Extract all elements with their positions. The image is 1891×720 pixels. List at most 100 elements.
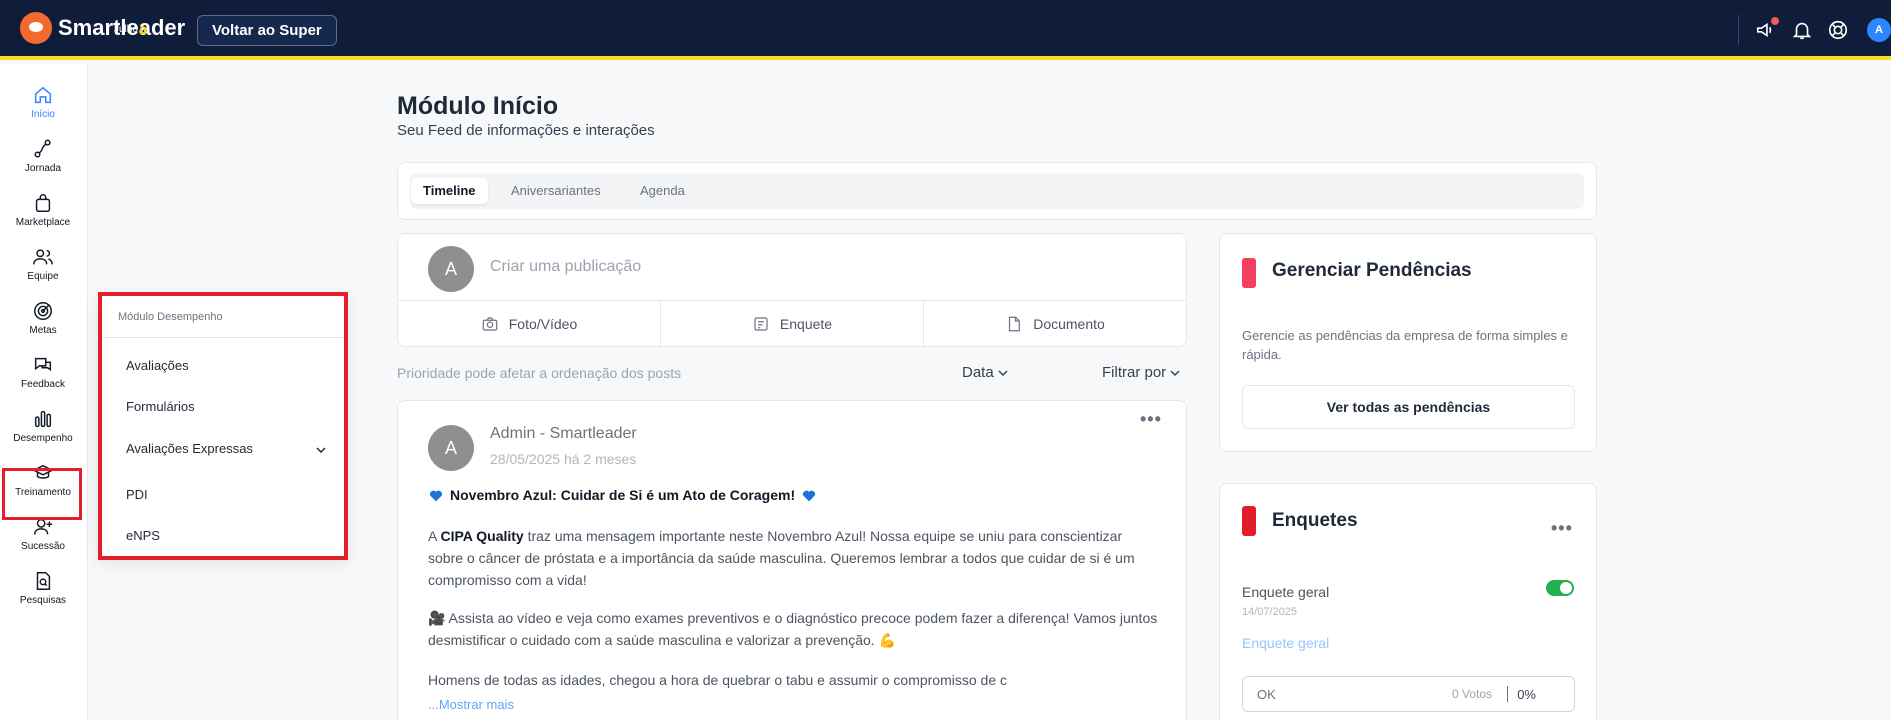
filter-dropdown[interactable]: Filtrar por (1102, 364, 1180, 381)
sidebar-item-feedback[interactable]: Feedback (0, 354, 86, 404)
sidebar-item-label: Desempenho (13, 433, 73, 444)
menu-item-avaliacoes-expressas[interactable]: Avaliações Expressas (126, 441, 253, 456)
poll-option-divider (1507, 686, 1508, 702)
team-icon (33, 249, 53, 265)
notification-dot (1771, 17, 1779, 25)
sidebar-item-inicio[interactable]: Início (0, 84, 86, 134)
brand-subtitle: Julho (114, 24, 146, 35)
accent-bar (1242, 258, 1256, 288)
pendencias-description: Gerencie as pendências da empresa de for… (1242, 328, 1568, 362)
blue-heart-icon (803, 490, 816, 502)
sidebar-item-pesquisas[interactable]: Pesquisas (0, 570, 86, 620)
desempenho-flyout-menu: Módulo Desempenho Avaliações Formulários… (98, 292, 348, 560)
chevron-down-icon (1170, 369, 1180, 376)
sidebar-item-marketplace[interactable]: Marketplace (0, 192, 86, 242)
flyout-title: Módulo Desempenho (102, 296, 344, 338)
page-title: Módulo Início (397, 92, 559, 120)
post-date: 28/05/2025 há 2 meses (490, 451, 637, 467)
menu-item-pdi[interactable]: PDI (126, 487, 148, 502)
highlight-box (2, 468, 82, 520)
sidebar-item-desempenho[interactable]: Desempenho (0, 408, 86, 458)
post-author[interactable]: Admin - Smartleader (490, 425, 637, 443)
bell-icon[interactable] (1791, 19, 1813, 41)
enquetes-card: Enquetes ••• Enquete geral 14/07/2025 En… (1219, 483, 1597, 720)
search-document-icon (36, 572, 51, 590)
home-icon (34, 86, 52, 104)
poll-option-percent: 0% (1517, 687, 1536, 702)
logo-mascot-icon (20, 12, 52, 44)
document-button[interactable]: Documento (924, 301, 1186, 347)
sidebar-item-label: Início (31, 109, 55, 120)
post-paragraph-1: A CIPA Quality traz uma mensagem importa… (428, 525, 1158, 591)
poll-option[interactable]: OK 0 Votos 0% (1242, 676, 1575, 712)
chat-icon (34, 357, 52, 371)
shopping-bag-icon (35, 194, 51, 212)
post-text-bold: CIPA Quality (440, 528, 524, 544)
pendencias-card: Gerenciar Pendências Gerencie as pendênc… (1219, 233, 1597, 452)
sort-by-date-dropdown[interactable]: Data (962, 364, 1008, 381)
tab-aniversariantes[interactable]: Aniversariantes (499, 178, 613, 204)
poll-option-label: OK (1257, 687, 1276, 702)
sidebar-item-label: Pesquisas (19, 595, 67, 606)
composer-avatar: A (428, 246, 474, 292)
post-paragraph-2: 🎥 Assista ao vídeo e veja como exames pr… (428, 610, 1158, 648)
sidebar-item-jornada[interactable]: Jornada (0, 138, 86, 188)
tab-agenda[interactable]: Agenda (628, 178, 697, 204)
poll-date: 14/07/2025 (1242, 606, 1298, 618)
tabs-bar: Timeline Aniversariantes Agenda (410, 173, 1584, 209)
tabs-container: Timeline Aniversariantes Agenda (397, 162, 1597, 220)
sidebar-item-label: Metas (29, 325, 57, 336)
menu-item-formularios[interactable]: Formulários (126, 399, 195, 414)
priority-note: Prioridade pode afetar a ordenação dos p… (397, 365, 682, 381)
poll-link[interactable]: Enquete geral (1242, 635, 1329, 651)
sidebar-item-label: Jornada (24, 163, 62, 174)
more-options-icon[interactable]: ••• (1551, 518, 1573, 539)
post-heading-text: Novembro Azul: Cuidar de Si é um Ato de … (450, 487, 796, 503)
pendencias-title: Gerenciar Pendências (1272, 260, 1472, 281)
menu-item-enps[interactable]: eNPS (126, 528, 160, 543)
photo-video-button[interactable]: Foto/Vídeo (398, 301, 661, 347)
sidebar-item-label: Feedback (21, 379, 65, 390)
view-all-pendencias-button[interactable]: Ver todas as pendências (1242, 385, 1575, 429)
poll-option-votes: 0 Votos (1451, 687, 1492, 701)
sidebar-item-sucessao[interactable]: Sucessão (0, 516, 86, 566)
sidebar-item-equipe[interactable]: Equipe (0, 246, 86, 296)
brand-month: Julho (114, 24, 138, 35)
post-paragraph-3: Homens de todas as idades, chegou a hora… (428, 672, 1007, 688)
chevron-down-icon[interactable] (316, 445, 326, 455)
create-post-input[interactable]: Criar uma publicação (490, 258, 641, 276)
sidebar-item-label: Sucessão (21, 541, 65, 552)
sidebar: Início Jornada Marketplace Equipe Metas … (0, 64, 88, 720)
poll-name: Enquete geral (1242, 584, 1330, 600)
back-to-super-button[interactable]: Voltar ao Super (197, 15, 337, 46)
page-subtitle: Seu Feed de informações e interações (397, 122, 655, 139)
accent-bar (1242, 506, 1256, 536)
user-avatar[interactable]: A (1867, 18, 1891, 42)
sidebar-item-label: Marketplace (15, 217, 71, 228)
more-options-icon[interactable]: ••• (1140, 409, 1162, 430)
post-heading: Novembro Azul: Cuidar de Si é um Ato de … (428, 487, 817, 503)
megaphone-icon[interactable] (1755, 17, 1779, 41)
poll-toggle[interactable] (1546, 580, 1574, 596)
post-text: A (428, 528, 441, 544)
document-label: Documento (1033, 316, 1105, 332)
blue-heart-icon (429, 490, 443, 502)
journey-icon (34, 139, 51, 158)
post-author-avatar: A (428, 425, 474, 471)
chevron-down-icon (998, 369, 1008, 376)
sort-label: Data (962, 364, 994, 381)
sidebar-item-metas[interactable]: Metas (0, 300, 86, 350)
lifebuoy-icon[interactable] (1827, 19, 1849, 41)
document-icon (1009, 316, 1021, 332)
header-actions: A (1738, 0, 1891, 60)
brand-logo[interactable]: Smartleader (20, 12, 185, 44)
poll-button[interactable]: Enquete (661, 301, 924, 347)
show-more-link[interactable]: ...Mostrar mais (428, 697, 514, 712)
menu-item-avaliacoes[interactable]: Avaliações (126, 358, 189, 373)
camera-icon (482, 317, 498, 331)
header-divider (1738, 15, 1739, 45)
sidebar-item-label: Equipe (27, 271, 59, 282)
tab-timeline[interactable]: Timeline (411, 178, 488, 204)
photo-video-label: Foto/Vídeo (508, 316, 578, 332)
feed-post: A Admin - Smartleader 28/05/2025 há 2 me… (397, 400, 1187, 720)
